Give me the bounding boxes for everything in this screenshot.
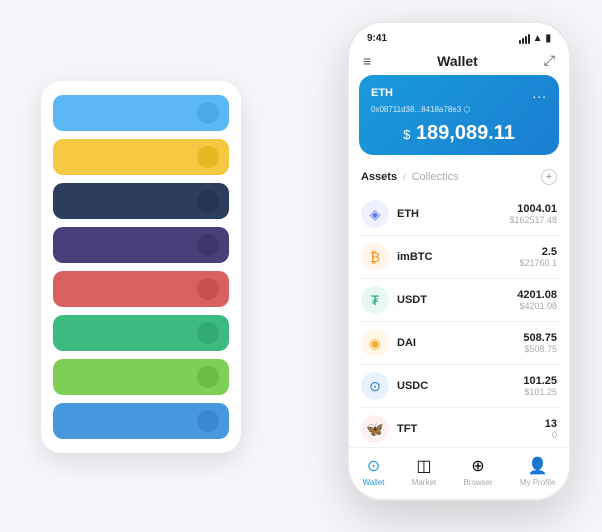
card-strip-dot-0 bbox=[197, 102, 219, 124]
asset-amount-imbtc: 2.5 bbox=[519, 246, 557, 258]
card-strip-dot-3 bbox=[197, 234, 219, 256]
card-strip-dot-7 bbox=[197, 410, 219, 432]
card-strip-4[interactable] bbox=[53, 271, 229, 307]
asset-amount-tft: 13 bbox=[545, 418, 557, 430]
asset-row[interactable]: 🦋 TFT130 bbox=[359, 408, 559, 447]
asset-usd-dai: $508.75 bbox=[523, 344, 557, 354]
asset-name-eth: ETH bbox=[397, 208, 509, 220]
asset-row[interactable]: ₿ imBTC2.5$21760.1 bbox=[359, 236, 559, 279]
asset-usd-eth: $162517.48 bbox=[509, 215, 557, 225]
asset-icon-usdt: ₮ bbox=[361, 286, 389, 314]
currency-symbol: $ bbox=[403, 127, 410, 142]
balance-value: 189,089.11 bbox=[416, 122, 515, 144]
status-bar: 9:41 ▲ ▮ bbox=[349, 23, 569, 48]
card-strip-5[interactable] bbox=[53, 315, 229, 351]
asset-icon-tft: 🦋 bbox=[361, 415, 389, 443]
eth-card-menu[interactable]: ... bbox=[532, 85, 547, 101]
asset-icon-eth: ◈ bbox=[361, 200, 389, 228]
assets-tab-separator: / bbox=[403, 172, 406, 182]
card-strip-dot-2 bbox=[197, 190, 219, 212]
nav-icon-my-profile: 👤 bbox=[528, 456, 548, 476]
asset-name-dai: DAI bbox=[397, 337, 523, 349]
battery-icon: ▮ bbox=[545, 33, 551, 44]
card-strip-2[interactable] bbox=[53, 183, 229, 219]
asset-name-usdt: USDT bbox=[397, 294, 517, 306]
phone-nav: ≡ Wallet ⤢ bbox=[349, 48, 569, 75]
card-strip-0[interactable] bbox=[53, 95, 229, 131]
asset-amount-usdc: 101.25 bbox=[523, 375, 557, 387]
asset-usd-usdt: $4201.08 bbox=[517, 301, 557, 311]
collectics-tab[interactable]: Collectics bbox=[412, 171, 459, 183]
nav-icon-wallet: ⊙ bbox=[367, 456, 380, 476]
nav-item-my-profile[interactable]: 👤 My Profile bbox=[520, 456, 556, 487]
bottom-nav: ⊙ Wallet ◫ Market ⊕ Browser 👤 My Profile bbox=[349, 447, 569, 499]
assets-tab-active[interactable]: Assets bbox=[361, 171, 397, 183]
card-strip-3[interactable] bbox=[53, 227, 229, 263]
status-icons: ▲ ▮ bbox=[519, 33, 551, 44]
nav-icon-browser: ⊕ bbox=[471, 456, 484, 476]
nav-item-wallet[interactable]: ⊙ Wallet bbox=[363, 456, 385, 487]
nav-icon-market: ◫ bbox=[416, 456, 431, 476]
nav-label-my-profile: My Profile bbox=[520, 478, 556, 487]
card-strip-dot-5 bbox=[197, 322, 219, 344]
add-asset-button[interactable]: + bbox=[541, 169, 557, 185]
card-strip-7[interactable] bbox=[53, 403, 229, 439]
nav-item-market[interactable]: ◫ Market bbox=[412, 456, 436, 487]
eth-balance: $ 189,089.11 bbox=[371, 122, 547, 145]
asset-amount-dai: 508.75 bbox=[523, 332, 557, 344]
nav-label-market: Market bbox=[412, 478, 436, 487]
signal-icon bbox=[519, 34, 530, 44]
asset-row[interactable]: ◉ DAI508.75$508.75 bbox=[359, 322, 559, 365]
wifi-icon: ▲ bbox=[533, 33, 543, 44]
asset-row[interactable]: ◈ ETH1004.01$162517.48 bbox=[359, 193, 559, 236]
nav-label-browser: Browser bbox=[463, 478, 492, 487]
nav-item-browser[interactable]: ⊕ Browser bbox=[463, 456, 492, 487]
menu-icon[interactable]: ≡ bbox=[363, 53, 371, 69]
asset-row[interactable]: ⊙ USDC101.25$101.25 bbox=[359, 365, 559, 408]
nav-label-wallet: Wallet bbox=[363, 478, 385, 487]
asset-icon-usdc: ⊙ bbox=[361, 372, 389, 400]
time-display: 9:41 bbox=[367, 33, 387, 44]
eth-address: 0x08711d38...8418a78e3 ⬡ bbox=[371, 105, 547, 114]
back-panel bbox=[41, 81, 241, 453]
asset-usd-usdc: $101.25 bbox=[523, 387, 557, 397]
assets-tabs: Assets / Collectics bbox=[361, 171, 459, 183]
expand-icon[interactable]: ⤢ bbox=[544, 52, 555, 69]
card-strip-1[interactable] bbox=[53, 139, 229, 175]
assets-header: Assets / Collectics + bbox=[359, 165, 559, 189]
card-strip-dot-1 bbox=[197, 146, 219, 168]
asset-usd-tft: 0 bbox=[545, 430, 557, 440]
asset-name-usdc: USDC bbox=[397, 380, 523, 392]
card-strip-6[interactable] bbox=[53, 359, 229, 395]
asset-icon-imbtc: ₿ bbox=[361, 243, 389, 271]
asset-row[interactable]: ₮ USDT4201.08$4201.08 bbox=[359, 279, 559, 322]
scene: 9:41 ▲ ▮ ≡ Wallet ⤢ ETH bbox=[21, 21, 581, 511]
card-strip-dot-4 bbox=[197, 278, 219, 300]
wallet-title: Wallet bbox=[437, 53, 478, 69]
asset-amount-usdt: 4201.08 bbox=[517, 289, 557, 301]
asset-name-imbtc: imBTC bbox=[397, 251, 519, 263]
asset-icon-dai: ◉ bbox=[361, 329, 389, 357]
card-strip-dot-6 bbox=[197, 366, 219, 388]
eth-card[interactable]: ETH ... 0x08711d38...8418a78e3 ⬡ $ 189,0… bbox=[359, 75, 559, 155]
phone-frame: 9:41 ▲ ▮ ≡ Wallet ⤢ ETH bbox=[347, 21, 571, 501]
asset-list: ◈ ETH1004.01$162517.48 ₿ imBTC2.5$21760.1 ₮ U… bbox=[359, 193, 559, 447]
eth-card-label: ETH bbox=[371, 87, 393, 99]
asset-usd-imbtc: $21760.1 bbox=[519, 258, 557, 268]
asset-name-tft: TFT bbox=[397, 423, 545, 435]
asset-amount-eth: 1004.01 bbox=[509, 203, 557, 215]
phone-content: ETH ... 0x08711d38...8418a78e3 ⬡ $ 189,0… bbox=[349, 75, 569, 447]
